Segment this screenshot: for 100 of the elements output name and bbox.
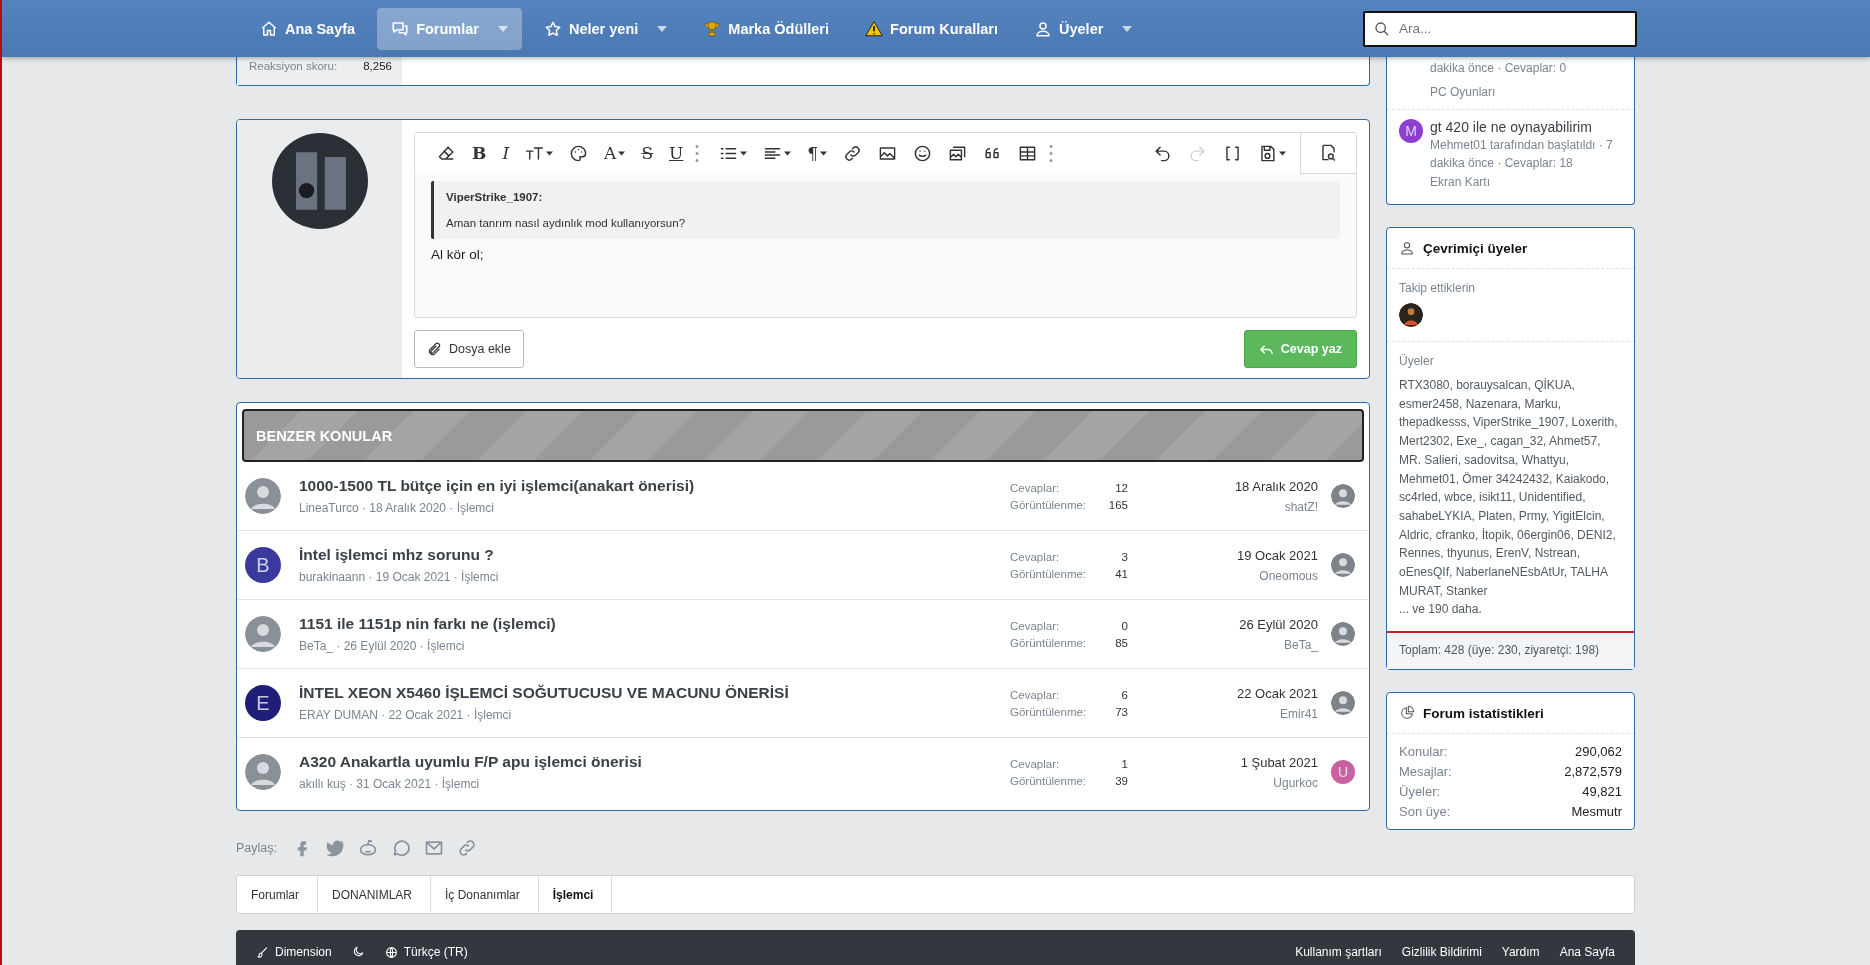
underline-button[interactable]: U [661, 133, 692, 173]
user-icon [1034, 19, 1052, 38]
avatar[interactable] [1399, 303, 1423, 327]
last-post-date[interactable]: 26 Eylül 2020 [1239, 616, 1318, 632]
stat-label: Görüntülenme: [1010, 705, 1088, 718]
member-list[interactable]: RTX3080, borauysalcan, QİKUA, esmer2458, Nazenara, Marku, thepadkesss, ViperStrike_1907, Loxerith, Mert2302, Exe_, cagan_32, Ahmet57, MR. Salieri, sadovitsa, Whattyu, Mehmet01, Ömer 34242432, Kaiakodo, sc4rled, wbce, isikt11, Unidentified, sahabeLYKIA, Platen, Prmy, YigitElcin, Aldric, cfranko, İtopik, 06ergin06, DENI2, Rennes, thyunus, ErenV, Nstrean, oEnesQIf, NaberlaneNEsbAtUr, TALHA MURAT, Stanker [1399, 376, 1622, 601]
home-icon [260, 19, 278, 38]
stat-value: 0 [1120, 619, 1128, 632]
caret-icon [820, 150, 828, 156]
footer-link[interactable]: Gizlilik Bildirimi [1401, 945, 1482, 959]
more-icon [1049, 144, 1054, 162]
breadcrumb-link[interactable]: İç Donanımlar [431, 876, 539, 913]
last-poster[interactable]: Ugurkoc [1273, 775, 1318, 790]
members-label: Üyeler [1399, 354, 1435, 368]
footer-link[interactable]: Kullanım şartları [1295, 945, 1382, 959]
star-icon [543, 19, 562, 38]
last-poster[interactable]: Emir41 [1280, 706, 1318, 721]
stat-label: Görüntülenme: [1010, 636, 1088, 649]
preview-icon[interactable] [1300, 132, 1356, 174]
caret-icon [784, 150, 792, 156]
breadcrumb-link[interactable]: Forumlar [237, 876, 318, 913]
more-icon [695, 144, 700, 162]
breadcrumb-link[interactable]: İşlemci [538, 876, 613, 913]
following-label: Takip ettiklerin [1399, 281, 1477, 295]
paragraph-button[interactable]: ¶ [799, 133, 836, 173]
caret-icon [1279, 150, 1286, 156]
warning-icon [865, 19, 884, 38]
nav-tab[interactable]: Forum Kuralları [851, 7, 1012, 50]
editor-box[interactable]: B I A S U ¶ ViperStrike_1907: Aman tanrım nasıl aydınlık mod kullanıyorsun? Al kör ol; [414, 132, 1357, 318]
stat-value: 12 [1114, 481, 1128, 494]
thread-title[interactable]: İntel işlemci mhz sorunu ? [299, 546, 1010, 564]
share-label: Paylaş: [236, 841, 277, 855]
forum-link[interactable]: PC Oyunları [1430, 83, 1622, 101]
nav-tab[interactable]: Ana Sayfa [246, 7, 370, 50]
nav-tab[interactable]: Neler yeni [529, 7, 682, 50]
search-field[interactable]: Ara... [1363, 10, 1637, 47]
thread-title[interactable]: 1151 ile 1151p nin farkı ne (işlemci) [299, 615, 1010, 633]
bold-button[interactable]: B [464, 133, 495, 173]
attach-button[interactable]: Dosya ekle [414, 330, 524, 368]
moon-icon[interactable] [351, 945, 365, 958]
stat-label: Üyeler: [1399, 784, 1441, 800]
last-poster[interactable]: Oneomous [1259, 568, 1318, 583]
language-link[interactable]: Türkçe (TR) [384, 945, 468, 959]
more-members: ... ve 190 daha. [1399, 601, 1483, 619]
avatar[interactable]: E [245, 685, 281, 721]
stat-label: Cevaplar: [1010, 688, 1061, 701]
stat-value: 49,821 [1582, 784, 1622, 800]
stat-label: Cevaplar: [1010, 619, 1061, 632]
nav-tab[interactable]: Üyeler [1020, 7, 1147, 50]
search-icon [1374, 20, 1390, 37]
avatar[interactable]: B [245, 547, 281, 583]
chat-icon [391, 19, 410, 38]
last-post-date[interactable]: 22 Ocak 2021 [1237, 685, 1318, 701]
caret-icon [1122, 25, 1133, 32]
link-icon [843, 143, 863, 163]
footer-link[interactable]: Yardım [1501, 945, 1540, 959]
caret-icon [546, 150, 554, 156]
thread-meta: dakika önce · Cevaplar: 0 [1430, 60, 1568, 77]
smiley-icon [913, 143, 933, 163]
stat-label: Cevaplar: [1010, 550, 1061, 563]
thread-title[interactable]: gt 420 ile ne oynayabilirim [1430, 119, 1622, 135]
stat-value: 6 [1120, 688, 1128, 701]
italic-button[interactable]: I [494, 133, 518, 173]
stat-value: 73 [1115, 705, 1128, 718]
stat-label: Cevaplar: [1010, 757, 1061, 770]
thread-meta: burakinaann · 19 Ocak 2021 · İşlemci [299, 570, 500, 584]
quote-text: Aman tanrım nasıl aydınlık mod kullanıyorsun? [446, 217, 687, 229]
stat-label: Mesajlar: [1399, 764, 1452, 780]
last-post-date[interactable]: 18 Aralık 2020 [1234, 478, 1318, 494]
stat-value: 41 [1115, 567, 1128, 580]
nav-tab[interactable]: Marka Ödülleri [689, 7, 844, 50]
stat-label: Görüntülenme: [1010, 774, 1088, 787]
avatar[interactable]: M [1399, 119, 1423, 143]
thread-title[interactable]: İNTEL XEON X5460 İŞLEMCİ SOĞUTUCUSU VE MACUNU ÖNERİSİ [299, 684, 1010, 702]
font-button[interactable]: A [596, 133, 634, 173]
thread-title[interactable]: A320 Anakartla uyumlu F/P apu işlemci önerisi [299, 753, 1010, 771]
caret-icon [618, 150, 626, 156]
table-icon [1018, 143, 1038, 163]
thread-meta: LineaTurco · 18 Aralık 2020 · İşlemci [299, 501, 495, 515]
stat-value: 8,256 [363, 60, 392, 72]
strike-button[interactable]: S [633, 133, 662, 173]
caret-icon [497, 25, 508, 32]
forum-link[interactable]: Ekran Kartı [1430, 173, 1622, 191]
last-post-date[interactable]: 1 Şubat 2021 [1240, 754, 1318, 770]
style-chooser-link[interactable]: Dimension [256, 945, 332, 959]
thread-meta: akıllı kuş · 31 Ocak 2021 · İşlemci [299, 777, 481, 791]
caret-icon [657, 25, 668, 32]
caret-icon [740, 150, 748, 156]
footer-link[interactable]: Ana Sayfa [1559, 945, 1615, 959]
stat-value: 165 [1108, 498, 1128, 511]
last-post-date[interactable]: 19 Ocak 2021 [1237, 547, 1318, 563]
globe-icon [384, 945, 398, 959]
stat-value: 39 [1115, 774, 1128, 787]
last-poster[interactable]: BeTa_ [1283, 637, 1318, 652]
stat-label: Son üye: [1399, 804, 1451, 820]
thread-title[interactable]: 1000-1500 TL bütçe için en iyi işlemci(anakart önerisi) [299, 477, 1010, 495]
brush-icon [256, 945, 269, 959]
last-poster[interactable]: shatZ! [1284, 499, 1318, 514]
stat-label: Cevaplar: [1010, 481, 1061, 494]
breadcrumb-link[interactable]: DONANIMLAR [318, 876, 432, 913]
